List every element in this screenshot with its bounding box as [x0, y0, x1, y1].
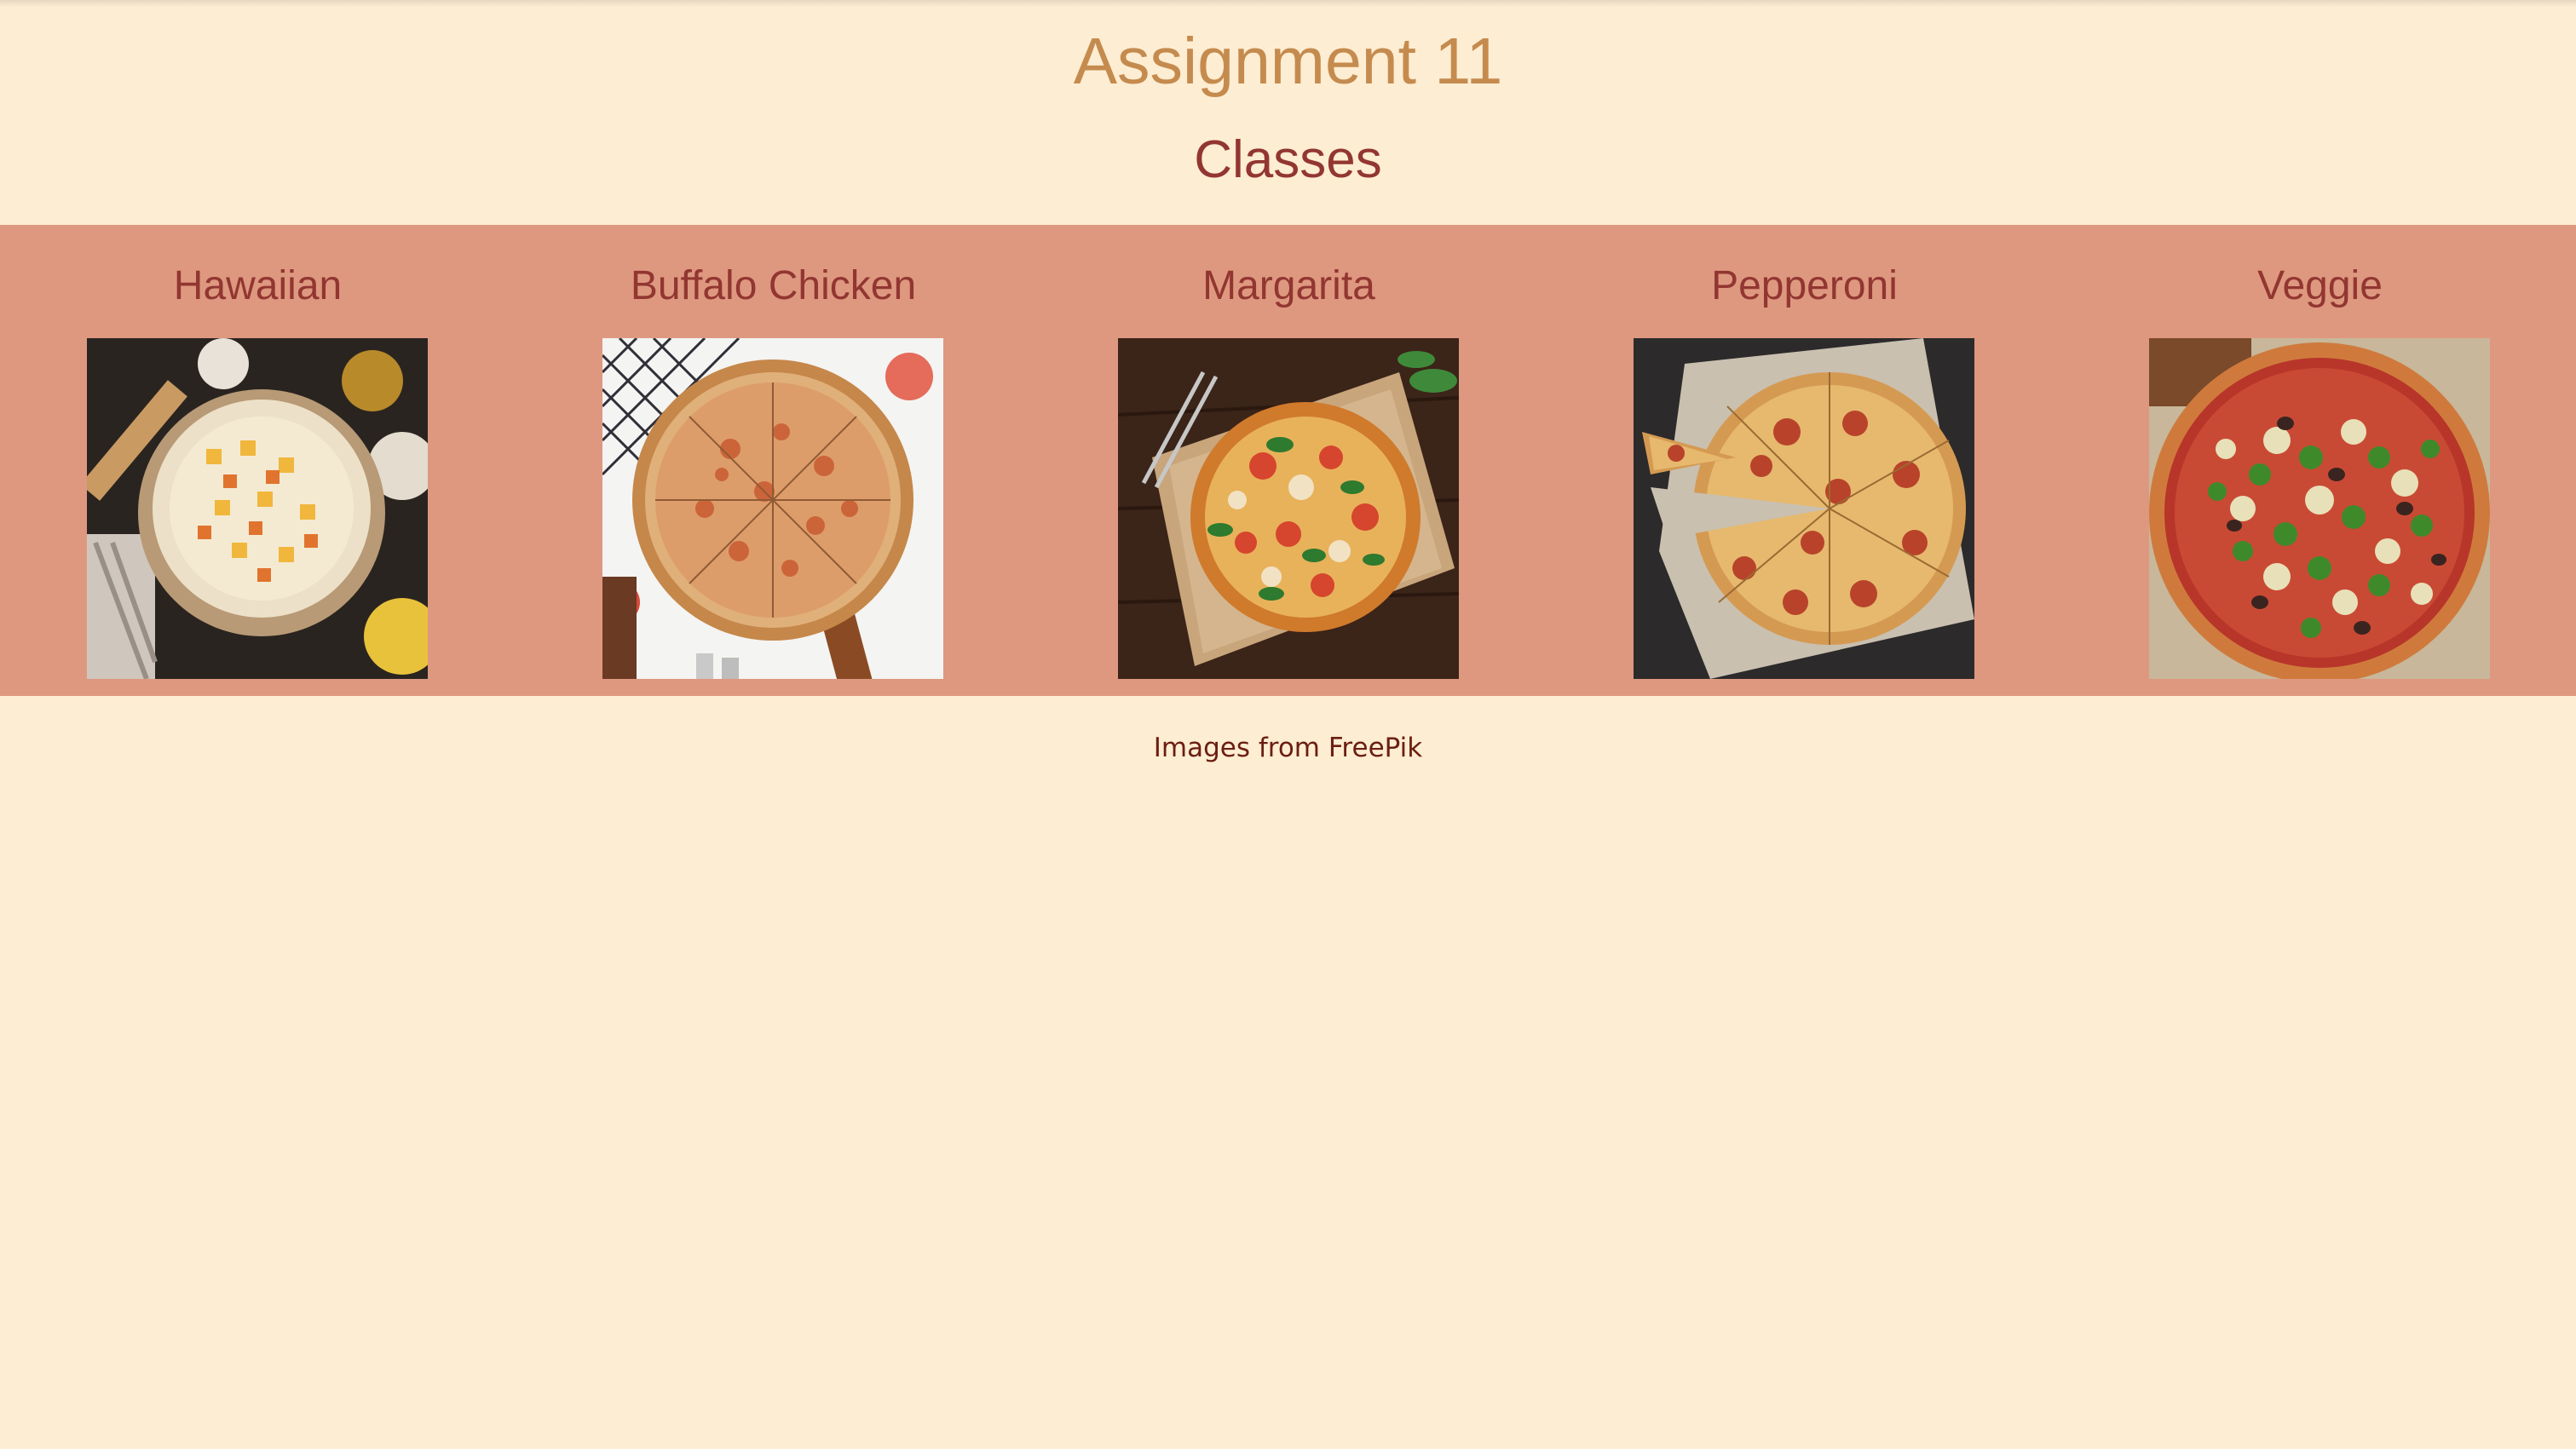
pizza-title: Hawaiian [173, 263, 343, 308]
page-subtitle: Classes [1194, 130, 1382, 189]
pizza-card-veggie: Veggie [2062, 225, 2576, 696]
pizza-card-margarita: Margarita [1031, 225, 1547, 696]
image-credit: Images from FreePik [1153, 733, 1423, 763]
pepperoni-pizza-image [1634, 338, 1974, 679]
pizza-title: Buffalo Chicken [630, 263, 917, 308]
pizza-card-pepperoni: Pepperoni [1547, 225, 2062, 696]
hawaiian-pizza-image [87, 338, 428, 679]
pizza-gallery: Hawaiian Buffalo Chicken Margarita Peppe… [0, 225, 2576, 696]
pizza-title: Margarita [1202, 263, 1375, 308]
pizza-title: Pepperoni [1711, 263, 1898, 308]
top-shadow [0, 0, 2576, 7]
margarita-pizza-image [1118, 338, 1459, 679]
pizza-card-hawaiian: Hawaiian [0, 225, 516, 696]
veggie-pizza-image [2149, 338, 2490, 679]
buffalo-chicken-pizza-image [602, 338, 943, 679]
page-title: Assignment 11 [1073, 25, 1503, 98]
pizza-title: Veggie [2257, 263, 2383, 308]
pizza-card-buffalo-chicken: Buffalo Chicken [516, 225, 1031, 696]
